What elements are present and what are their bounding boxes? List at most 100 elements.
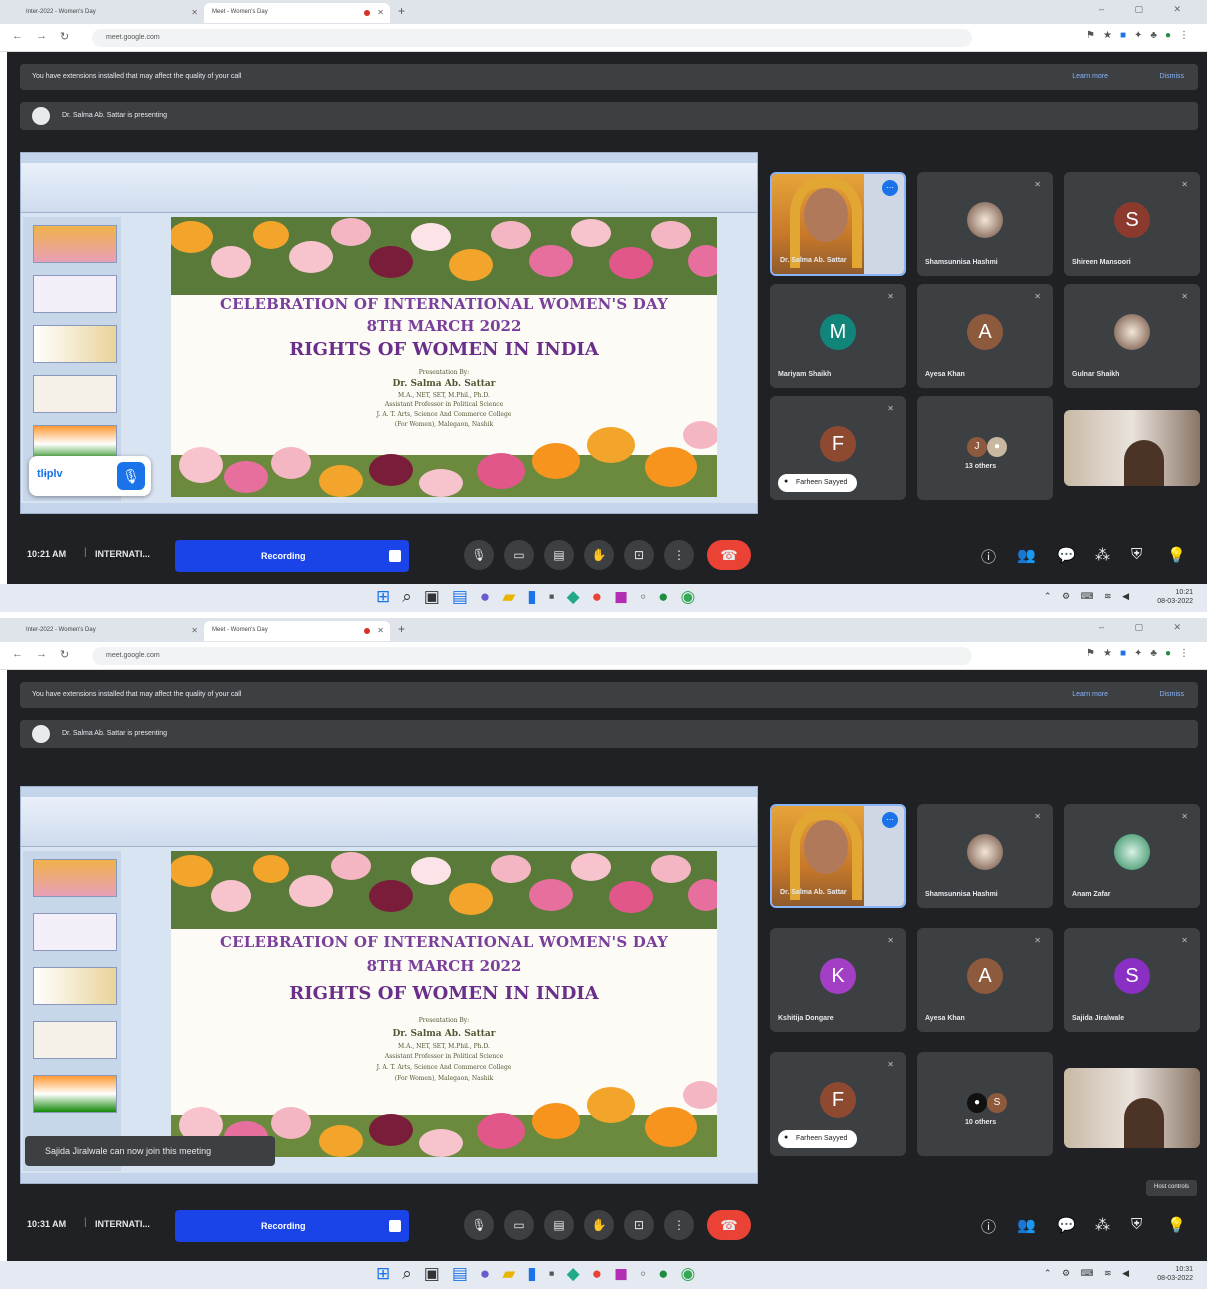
- dismiss-button[interactable]: Dismiss: [1160, 73, 1185, 80]
- recording-indicator[interactable]: Recording: [175, 540, 409, 572]
- mic-button[interactable]: 🎙: [464, 540, 494, 570]
- mic-off-icon: ✕: [1181, 812, 1188, 821]
- participant-tile[interactable]: ✕ Gulnar Shaikh: [1064, 284, 1200, 388]
- camera-button[interactable]: ▭: [504, 1210, 534, 1240]
- participant-tile[interactable]: ✕ S Shireen Mansoori: [1064, 172, 1200, 276]
- participant-tile[interactable]: ✕ F Farheen Sayyed: [770, 1052, 906, 1156]
- chat-icon[interactable]: 💬: [1057, 1216, 1076, 1234]
- forward-icon[interactable]: →: [36, 648, 47, 660]
- participant-tile[interactable]: ✕ K Kshitija Dongare: [770, 928, 906, 1032]
- mic-icon[interactable]: 🎙: [117, 462, 145, 490]
- window-controls[interactable]: – ▢ ✕: [1099, 622, 1195, 633]
- new-tab-button[interactable]: +: [398, 4, 405, 18]
- participant-tile[interactable]: ✕ Shamsunnisa Hashmi: [917, 804, 1053, 908]
- taskbar-apps[interactable]: ⊞⌕▣▤●▰▮▪◆●◼◦●◉: [376, 1264, 707, 1284]
- url-input[interactable]: meet.google.com: [92, 29, 972, 47]
- lightbulb-icon[interactable]: 💡: [1167, 546, 1186, 564]
- mic-off-icon: ✕: [1034, 812, 1041, 821]
- people-icon[interactable]: 👥: [1017, 1216, 1036, 1234]
- extensions-bar[interactable]: ⚑★■✦♣●⋮: [1086, 648, 1197, 659]
- more-options-button[interactable]: ⋮: [664, 1210, 694, 1240]
- participant-tile[interactable]: ⋯ Dr. Salma Ab. Sattar: [770, 172, 906, 276]
- camera-button[interactable]: ▭: [504, 540, 534, 570]
- stop-recording-icon[interactable]: [389, 1220, 401, 1232]
- new-tab-button[interactable]: +: [398, 622, 405, 636]
- meet-window: You have extensions installed that may a…: [7, 52, 1207, 584]
- participant-tile[interactable]: ✕ S Sajida Jiralwale: [1064, 928, 1200, 1032]
- thumbnail: [33, 225, 117, 263]
- taskbar-apps[interactable]: ⊞⌕▣▤●▰▮▪◆●◼◦●◉: [376, 587, 707, 607]
- powerpoint-ribbon: [21, 163, 757, 213]
- mic-off-icon: ✕: [887, 1060, 894, 1069]
- captions-button[interactable]: ▤: [544, 540, 574, 570]
- tab-strip: Inter-2022 - Women's Day ✕ Meet - Women's…: [0, 0, 1207, 24]
- participant-tile[interactable]: ✕ Shamsunnisa Hashmi: [917, 172, 1053, 276]
- present-button[interactable]: ⊡: [624, 540, 654, 570]
- url-input[interactable]: meet.google.com: [92, 647, 972, 665]
- recording-label: Recording: [261, 551, 306, 561]
- participant-tile[interactable]: J ● 13 others: [917, 396, 1053, 500]
- participant-tile[interactable]: ⋯ Dr. Salma Ab. Sattar: [770, 804, 906, 908]
- reload-icon[interactable]: ↻: [60, 648, 69, 661]
- activities-icon[interactable]: ⁂: [1095, 546, 1110, 564]
- tab-1[interactable]: Inter-2022 - Women's Day ✕: [18, 621, 204, 641]
- close-icon[interactable]: ✕: [377, 626, 384, 635]
- mic-button[interactable]: 🎙: [464, 1210, 494, 1240]
- chat-icon[interactable]: 💬: [1057, 546, 1076, 564]
- participant-tile[interactable]: ✕ Anam Zafar: [1064, 804, 1200, 908]
- lightbulb-icon[interactable]: 💡: [1167, 1216, 1186, 1234]
- extensions-bar[interactable]: ⚑★■✦♣●⋮: [1086, 30, 1197, 41]
- close-icon[interactable]: ✕: [191, 626, 198, 635]
- forward-icon[interactable]: →: [36, 30, 47, 42]
- close-icon[interactable]: ✕: [377, 8, 384, 17]
- participant-name: Dr. Salma Ab. Sattar: [780, 889, 847, 896]
- more-options-button[interactable]: ⋮: [664, 540, 694, 570]
- mic-off-icon: ✕: [887, 292, 894, 301]
- participant-tile[interactable]: ✕ A Ayesa Khan: [917, 284, 1053, 388]
- thumbnail: [33, 1075, 117, 1113]
- dismiss-button[interactable]: Dismiss: [1160, 691, 1185, 698]
- host-controls-icon[interactable]: ⛨: [1131, 546, 1142, 563]
- participant-tile[interactable]: ● S 10 others: [917, 1052, 1053, 1156]
- captions-button[interactable]: ▤: [544, 1210, 574, 1240]
- flowers-top-image: [171, 217, 717, 295]
- thumbnail: [33, 859, 117, 897]
- avatar: [1114, 314, 1150, 350]
- participant-tile[interactable]: ✕ M Mariyam Shaikh: [770, 284, 906, 388]
- close-icon[interactable]: ✕: [191, 8, 198, 17]
- self-view-tile[interactable]: [1064, 410, 1200, 486]
- minimized-presentation[interactable]: tlɨplv 🎙: [29, 456, 151, 496]
- tab-2[interactable]: Meet - Women's Day ✕: [204, 621, 390, 641]
- info-icon[interactable]: ⓘ: [981, 1216, 996, 1237]
- stop-recording-icon[interactable]: [389, 550, 401, 562]
- raise-hand-button[interactable]: ✋: [584, 1210, 614, 1240]
- present-button[interactable]: ⊡: [624, 1210, 654, 1240]
- activities-icon[interactable]: ⁂: [1095, 1216, 1110, 1234]
- tray-icons[interactable]: ⌃ ⚙ ⌨ ≋ ◀: [1044, 591, 1133, 602]
- learn-more-link[interactable]: Learn more: [1072, 691, 1108, 698]
- host-controls-icon[interactable]: ⛨: [1131, 1216, 1142, 1233]
- tab-2[interactable]: Meet - Women's Day ✕: [204, 3, 390, 23]
- avatar: M: [820, 314, 856, 350]
- tray-icons[interactable]: ⌃ ⚙ ⌨ ≋ ◀: [1044, 1268, 1133, 1279]
- tab-strip: Inter-2022 - Women's Day ✕ Meet - Women's…: [0, 618, 1207, 642]
- meeting-title: INTERNATI...: [95, 1219, 150, 1229]
- back-icon[interactable]: ←: [12, 648, 23, 660]
- learn-more-link[interactable]: Learn more: [1072, 73, 1108, 80]
- people-icon[interactable]: 👥: [1017, 546, 1036, 564]
- self-view-tile[interactable]: [1064, 1068, 1200, 1148]
- tab-1[interactable]: Inter-2022 - Women's Day ✕: [18, 3, 204, 23]
- end-call-button[interactable]: ☎: [707, 540, 751, 570]
- participant-tile[interactable]: ✕ F Farheen Sayyed: [770, 396, 906, 500]
- presenting-bar: Dr. Salma Ab. Sattar is presenting: [20, 102, 1198, 130]
- window-controls[interactable]: – ▢ ✕: [1099, 4, 1195, 15]
- back-icon[interactable]: ←: [12, 30, 23, 42]
- info-icon[interactable]: ⓘ: [981, 546, 996, 567]
- reload-icon[interactable]: ↻: [60, 30, 69, 43]
- raise-hand-button[interactable]: ✋: [584, 540, 614, 570]
- recording-indicator[interactable]: Recording: [175, 1210, 409, 1242]
- avatar: S: [1114, 202, 1150, 238]
- end-call-button[interactable]: ☎: [707, 1210, 751, 1240]
- avatar: F: [820, 426, 856, 462]
- participant-tile[interactable]: ✕ A Ayesa Khan: [917, 928, 1053, 1032]
